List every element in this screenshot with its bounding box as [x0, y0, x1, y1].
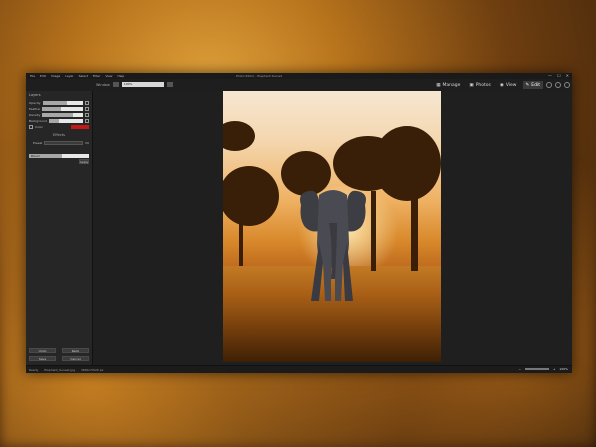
mode-edit[interactable]: ✎ Edit	[522, 81, 543, 89]
elephant-photo	[223, 91, 441, 362]
blend-slider[interactable]: Blend	[29, 153, 89, 158]
mode-photos[interactable]: ▣ Photos	[466, 81, 493, 89]
status-bar: Ready Elephant_Sunset.jpg 3680×5520 px −…	[26, 365, 572, 373]
close-button[interactable]: ✕	[566, 73, 569, 78]
panel-row-feather: Feather	[29, 106, 89, 111]
view-dropdown-icon[interactable]	[112, 82, 119, 87]
app-window: File Edit Image Layer Select Filter View…	[26, 73, 572, 373]
background-checkbox[interactable]	[85, 118, 89, 123]
panel-row-apply: Apply	[29, 159, 89, 164]
background-label: Background	[29, 118, 47, 123]
panel-bottom-buttons: Undo Redo Save Cancel	[29, 348, 89, 361]
menu-filter[interactable]: Filter	[93, 74, 100, 78]
mode-view-label: View	[505, 82, 517, 88]
tree-left-top	[223, 121, 255, 151]
feather-checkbox[interactable]	[85, 106, 89, 111]
density-slider[interactable]	[42, 112, 83, 117]
minimize-button[interactable]: —	[548, 73, 552, 78]
settings-icon[interactable]	[555, 82, 561, 88]
tree-left-trunk	[239, 221, 243, 266]
panel-row-background: Background	[29, 118, 89, 123]
density-label: Density	[29, 112, 41, 117]
image-canvas[interactable]	[93, 91, 572, 365]
blend-label: Blend	[31, 153, 40, 158]
zoom-slider[interactable]	[524, 368, 549, 370]
file-name: Elephant_Sunset.jpg	[44, 367, 76, 372]
undo-button[interactable]: Undo	[29, 348, 56, 353]
menu-view[interactable]: View	[105, 74, 112, 78]
preset-dropdown[interactable]	[44, 140, 84, 145]
mode-edit-label: Edit	[531, 82, 540, 88]
window-controls: — ☐ ✕	[548, 73, 569, 78]
opacity-slider[interactable]	[42, 100, 83, 105]
opacity-checkbox[interactable]	[85, 100, 89, 105]
folder-icon[interactable]: ▭	[85, 140, 89, 145]
tree-right-trunk	[411, 196, 418, 271]
zoom-value: 100%	[559, 367, 568, 371]
menu-edit[interactable]: Edit	[40, 74, 46, 78]
feather-slider[interactable]	[42, 106, 83, 111]
account-icon[interactable]	[564, 82, 570, 88]
panel-row-preset: Preset ▭	[29, 140, 89, 145]
view-label: Window	[96, 82, 110, 87]
menu-help[interactable]: Help	[117, 74, 124, 78]
mode-view[interactable]: ◉ View	[497, 81, 520, 89]
opacity-label: Opacity	[29, 100, 41, 105]
zoom-control: − + 100%	[518, 367, 568, 371]
feather-label: Feather	[29, 106, 41, 111]
mode-manage[interactable]: ▦ Manage	[433, 81, 463, 89]
opacity-fill	[42, 100, 67, 105]
apply-button[interactable]: Apply	[79, 159, 89, 164]
color-label: Color	[35, 124, 43, 129]
tree-right-canopy	[373, 126, 441, 201]
cancel-button[interactable]: Cancel	[62, 356, 89, 361]
menu-layer[interactable]: Layer	[65, 74, 73, 78]
color-checkbox[interactable]	[29, 124, 33, 129]
image-info: 3680×5520 px	[81, 367, 104, 372]
mode-switcher: ▦ Manage ▣ Photos ◉ View ✎ Edit	[433, 81, 570, 89]
maximize-button[interactable]: ☐	[557, 73, 561, 78]
redo-button[interactable]: Redo	[62, 348, 89, 353]
menu-image[interactable]: Image	[51, 74, 60, 78]
section-title: Effects	[53, 133, 65, 137]
eye-icon: ◉	[499, 82, 504, 88]
panel-row-color: Color	[29, 124, 89, 129]
grid-icon: ▦	[436, 82, 441, 88]
left-panel: Layers Opacity Feather Density Backgroun…	[26, 91, 93, 365]
status-text: Ready	[29, 367, 39, 372]
menu-select[interactable]: Select	[79, 74, 88, 78]
window-title: Photo Editor - Elephant Sunset	[236, 74, 282, 78]
zoom-field[interactable]: 100%	[121, 82, 164, 87]
zoom-out-icon[interactable]: −	[518, 367, 521, 371]
zoom-apply-icon[interactable]	[166, 82, 173, 87]
tree-left-canopy	[223, 166, 279, 226]
density-checkbox[interactable]	[85, 112, 89, 117]
menu-file[interactable]: File	[30, 74, 35, 78]
panel-row-density: Density	[29, 112, 89, 117]
mode-manage-label: Manage	[442, 82, 461, 88]
save-button[interactable]: Save	[29, 356, 56, 361]
panel-row-blend: Blend	[29, 153, 89, 158]
edit-icon: ✎	[525, 82, 530, 88]
zoom-in-icon[interactable]: +	[553, 367, 556, 371]
background-fill	[48, 118, 60, 123]
elephant-figure	[300, 190, 366, 301]
mode-photos-label: Photos	[475, 82, 491, 88]
color-swatch[interactable]	[71, 124, 89, 129]
panel-header: Layers	[29, 93, 41, 97]
menu-bar: File Edit Image Layer Select Filter View…	[26, 74, 124, 78]
feather-fill	[42, 106, 61, 111]
photos-icon: ▣	[469, 82, 474, 88]
preset-label: Preset	[33, 140, 43, 145]
background-slider[interactable]	[48, 118, 83, 123]
help-icon[interactable]	[546, 82, 552, 88]
density-fill	[42, 112, 73, 117]
panel-row-opacity: Opacity	[29, 100, 89, 105]
view-selector: Window 100%	[96, 82, 173, 87]
